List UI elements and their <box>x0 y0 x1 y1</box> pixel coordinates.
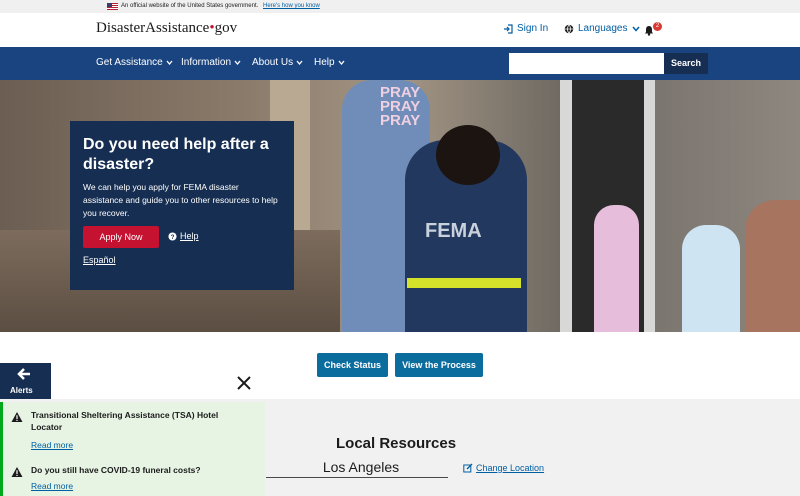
languages-label: Languages <box>578 23 628 34</box>
alert-item: Do you still have COVID-19 funeral costs… <box>11 464 261 496</box>
vest-print: FEMA <box>425 220 482 242</box>
location-field[interactable]: Los Angeles <box>266 456 448 478</box>
alerts-tab[interactable]: Alerts <box>0 363 51 399</box>
alerts-label: Alerts <box>10 386 33 395</box>
how-you-know-link[interactable]: Here's how you know <box>263 3 320 9</box>
svg-text:?: ? <box>171 234 175 241</box>
edit-icon <box>463 463 473 473</box>
chevron-down-icon <box>234 60 241 65</box>
espanol-link[interactable]: Español <box>83 255 116 265</box>
change-location-label: Change Location <box>476 463 545 473</box>
change-location-link[interactable]: Change Location <box>463 463 544 473</box>
question-circle-icon: ? <box>168 231 177 241</box>
close-alerts-button[interactable] <box>235 374 253 392</box>
help-link[interactable]: ? Help <box>168 231 199 241</box>
arrow-left-icon <box>16 366 32 387</box>
chevron-down-icon <box>338 60 345 65</box>
notification-count-badge: 2 <box>653 22 662 31</box>
chevron-down-icon <box>296 60 303 65</box>
view-process-button[interactable]: View the Process <box>395 353 483 377</box>
search-button[interactable]: Search <box>664 53 708 74</box>
warning-icon <box>11 467 23 477</box>
hero-description: We can help you apply for FEMA disaster … <box>83 182 278 218</box>
gov-banner-text: An official website of the United States… <box>121 3 259 9</box>
nav-about-us[interactable]: About Us <box>252 57 303 68</box>
local-resources-title: Local Resources <box>336 435 457 452</box>
sign-in-label: Sign In <box>517 23 549 34</box>
nav-information[interactable]: Information <box>181 57 241 68</box>
sign-in-link[interactable]: Sign In <box>503 23 548 34</box>
alert-item: Transitional Sheltering Assistance (TSA)… <box>11 409 261 454</box>
apply-now-button[interactable]: Apply Now <box>83 226 159 248</box>
alert-title: Transitional Sheltering Assistance (TSA)… <box>31 410 219 432</box>
read-more-link[interactable]: Read more <box>31 481 73 491</box>
search-input[interactable] <box>509 53 664 74</box>
nav-help[interactable]: Help <box>314 57 345 68</box>
chevron-down-icon <box>166 60 173 65</box>
sign-in-icon <box>504 23 513 34</box>
us-flag-icon <box>107 3 118 10</box>
globe-icon <box>564 23 574 34</box>
warning-icon <box>11 412 23 422</box>
site-logo[interactable]: DisasterAssistance•gov <box>96 20 237 37</box>
check-status-button[interactable]: Check Status <box>317 353 388 377</box>
close-icon <box>237 376 251 390</box>
notifications-button[interactable]: 2 <box>644 22 666 36</box>
chevron-down-icon <box>631 26 640 32</box>
site-header: DisasterAssistance•gov Sign In Languages… <box>0 13 800 47</box>
hero-card: Do you need help after a disaster? We ca… <box>70 121 294 290</box>
alert-title: Do you still have COVID-19 funeral costs… <box>31 465 201 475</box>
languages-dropdown[interactable]: Languages <box>564 23 640 34</box>
gov-banner: An official website of the United States… <box>0 0 800 13</box>
alerts-panel: Transitional Sheltering Assistance (TSA)… <box>0 402 265 496</box>
nav-get-assistance[interactable]: Get Assistance <box>96 57 173 68</box>
shirt-print: PRAY PRAY PRAY <box>380 84 421 129</box>
hero-title: Do you need help after a disaster? <box>83 136 269 173</box>
help-link-label: Help <box>180 231 199 241</box>
read-more-link[interactable]: Read more <box>31 440 73 450</box>
